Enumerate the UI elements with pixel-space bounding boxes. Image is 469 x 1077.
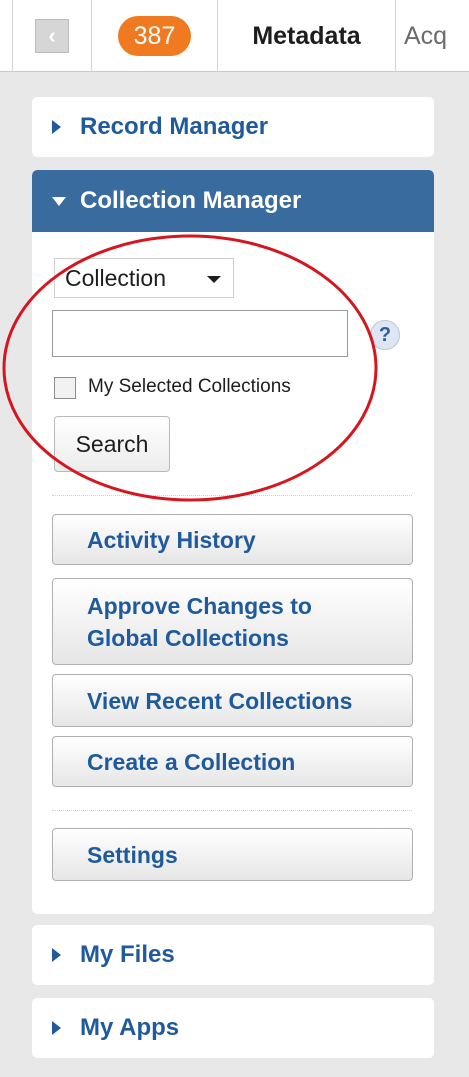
back-button[interactable]: ‹ [35, 19, 69, 53]
count-badge: 387 [117, 16, 192, 56]
search-button[interactable]: Search [54, 416, 170, 472]
record-manager-header[interactable]: Record Manager [32, 97, 434, 157]
top-tab-bar: ‹ 387 Metadata Acq [0, 0, 469, 72]
count-tab[interactable]: 387 [92, 0, 218, 72]
view-recent-collections-label: View Recent Collections [87, 687, 353, 714]
chevron-left-icon: ‹ [48, 23, 56, 48]
approve-changes-label-line2: Global Collections [87, 624, 289, 651]
record-manager-label: Record Manager [80, 113, 269, 140]
approve-changes-button[interactable]: Approve Changes to Global Collections [52, 578, 413, 665]
my-files-label: My Files [80, 941, 175, 968]
activity-history-label: Activity History [87, 526, 256, 553]
caret-right-icon [52, 1021, 61, 1035]
caret-right-icon [52, 948, 61, 962]
my-apps-label: My Apps [80, 1014, 180, 1041]
create-collection-button[interactable]: Create a Collection [52, 736, 413, 787]
my-apps-header[interactable]: My Apps [32, 998, 434, 1058]
approve-changes-label-line1: Approve Changes to [87, 592, 312, 619]
my-files-panel: My Files [32, 925, 434, 985]
tab-acquisitions[interactable]: Acq [396, 0, 469, 72]
collection-search-input[interactable] [52, 310, 348, 357]
search-type-select[interactable]: Collection [54, 258, 234, 298]
activity-history-button[interactable]: Activity History [52, 514, 413, 565]
divider [52, 810, 412, 811]
view-recent-collections-button[interactable]: View Recent Collections [52, 674, 413, 727]
create-collection-label: Create a Collection [87, 748, 296, 775]
my-apps-panel: My Apps [32, 998, 434, 1058]
tab-metadata[interactable]: Metadata [218, 0, 396, 72]
caret-down-icon [52, 196, 66, 206]
my-selected-collections-checkbox[interactable] [54, 377, 76, 399]
chevron-down-icon [207, 276, 221, 283]
record-manager-panel: Record Manager [32, 97, 434, 157]
collection-manager-header[interactable]: Collection Manager [32, 170, 434, 232]
caret-right-icon [52, 120, 61, 134]
my-selected-collections-label: My Selected Collections [88, 376, 291, 397]
search-type-value: Collection [65, 264, 166, 291]
collection-manager-panel: Collection Manager Collection ? My Selec… [32, 170, 434, 914]
help-icon[interactable]: ? [370, 320, 400, 350]
divider [52, 495, 412, 496]
collection-manager-label: Collection Manager [80, 187, 302, 214]
my-files-header[interactable]: My Files [32, 925, 434, 985]
settings-label: Settings [87, 841, 178, 868]
back-tab: ‹ [12, 0, 92, 72]
settings-button[interactable]: Settings [52, 828, 413, 881]
